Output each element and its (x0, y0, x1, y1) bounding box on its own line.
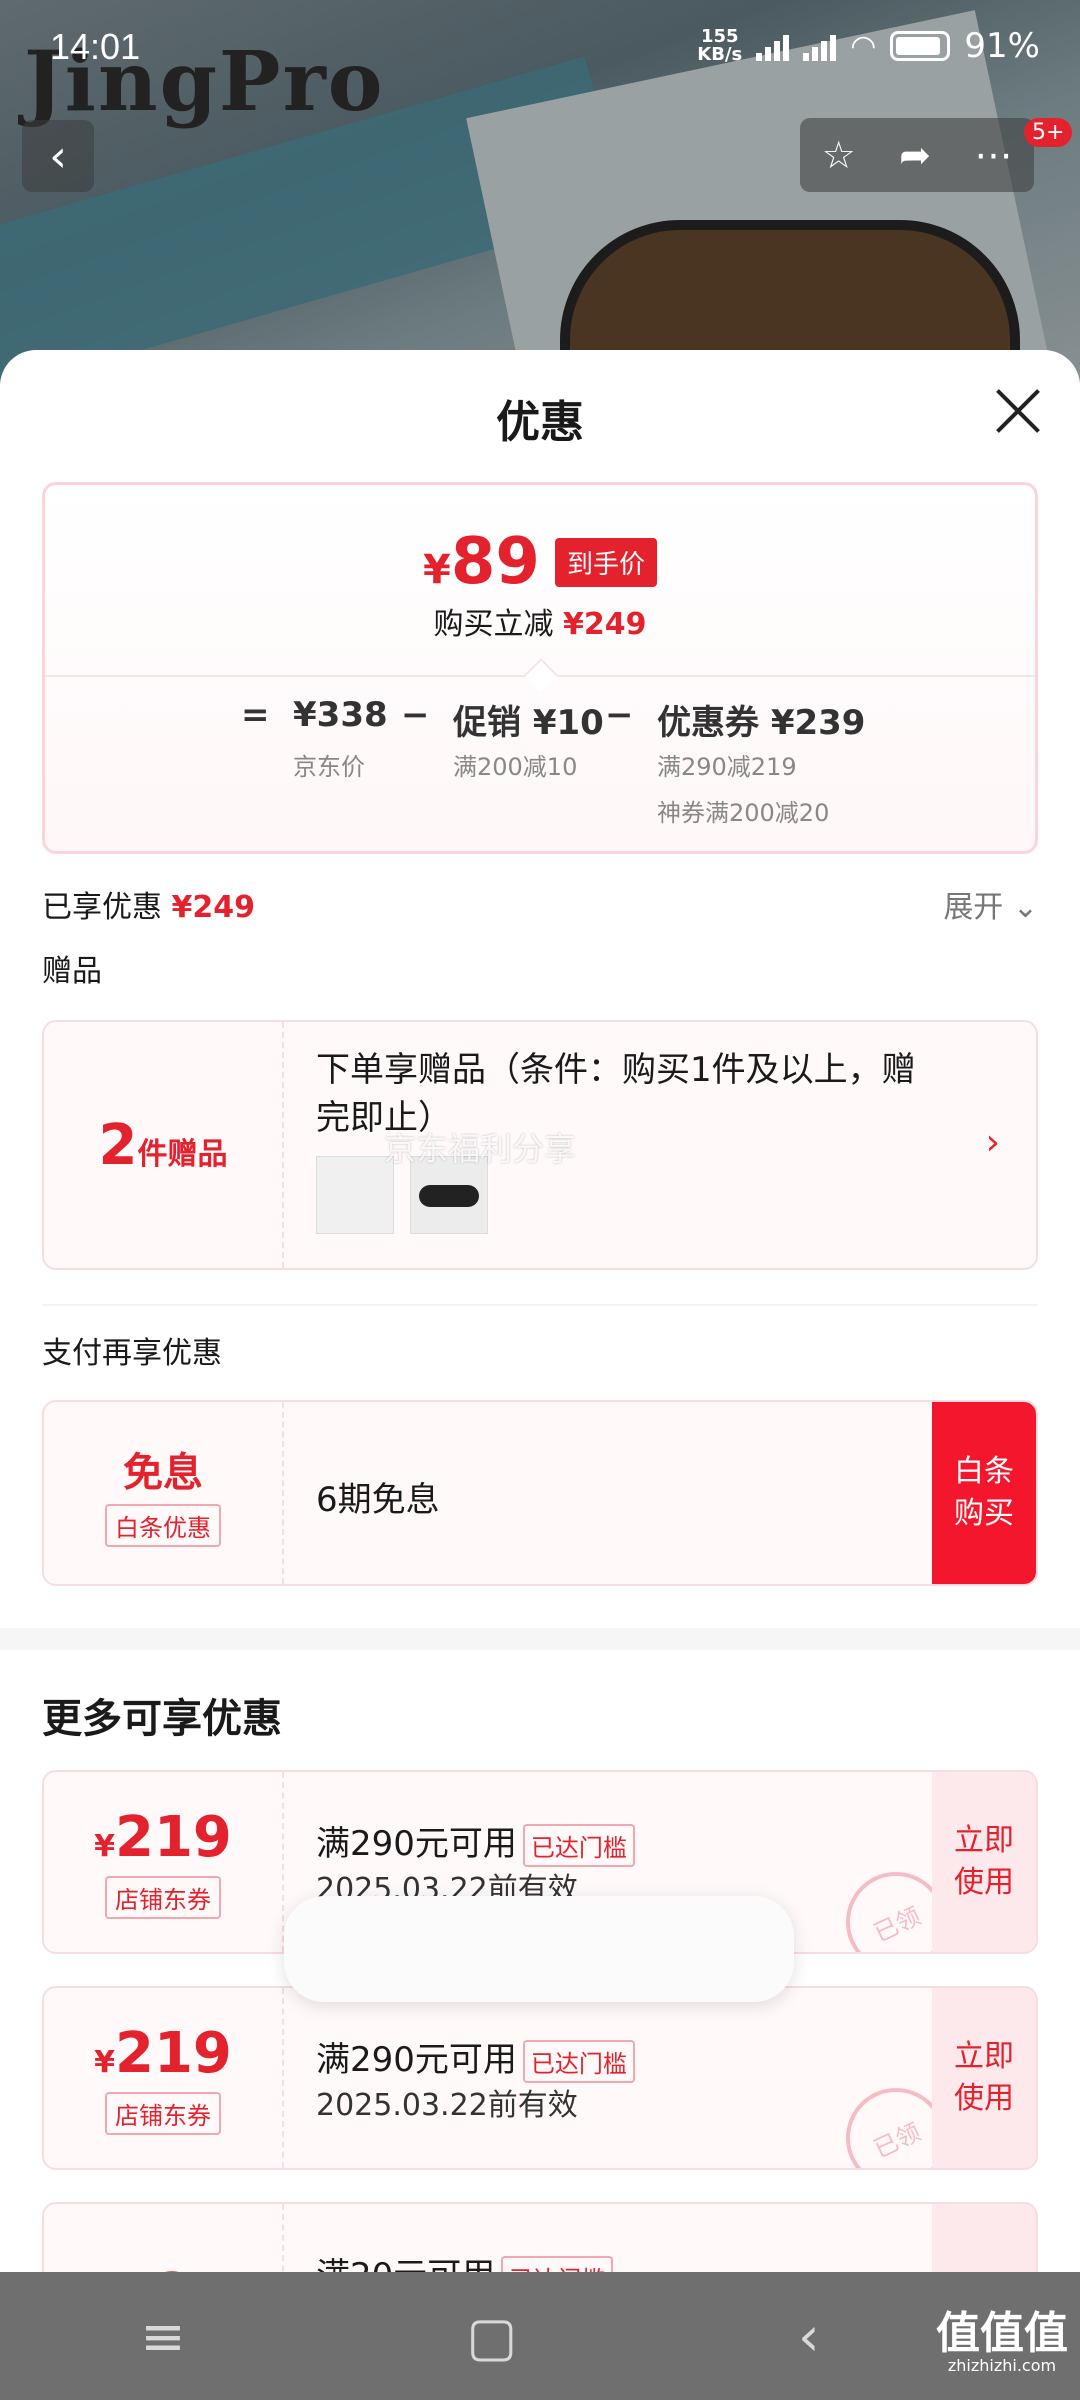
coupon-card: ¥219 店铺东券 满290元可用 已达门槛 2025.03.22前有效 已领 立… (42, 1986, 1038, 2170)
back-icon[interactable]: ‹ (798, 2305, 820, 2368)
message-badge: 5+ (1024, 118, 1073, 147)
coupon-type: 店铺东券 (105, 1876, 221, 1919)
final-price-tag: 到手价 (554, 537, 657, 587)
battery-percent: 91% (964, 26, 1040, 66)
minus-sign: − (401, 695, 430, 735)
system-nav-bar: ≡ ▢ ‹ (0, 2272, 1080, 2400)
battery-icon (890, 31, 951, 61)
super-coupon-rule: 神券满200减20 (657, 799, 830, 827)
signal-icon-2 (803, 31, 837, 61)
coupon-type: 店铺东券 (105, 2092, 221, 2135)
pay-section-title: 支付再享优惠 (42, 1336, 222, 1371)
baitiao-tag: 白条优惠 (105, 1503, 221, 1547)
signal-icon (756, 31, 790, 61)
home-icon[interactable]: ▢ (466, 2305, 517, 2368)
site-watermark-logo: 值值值 zhizhizhi.com (936, 2308, 1068, 2376)
price-summary: ¥89 到手价 购买立减 ¥249 = ¥338 京东价 − 促销 ¥10 满2… (42, 482, 1038, 854)
chevron-left-icon: ‹ (49, 130, 67, 182)
promo-rule: 满200减10 (453, 753, 578, 781)
coupon-value: ¥219 (94, 2021, 232, 2086)
coupon-condition: 满290元可用 已达门槛 (316, 2032, 635, 2083)
watermark: 京东福利分享 (384, 1130, 577, 1168)
more-icon[interactable]: ⋯ (974, 133, 1012, 177)
installment-desc: 6期免息 (316, 1480, 440, 1520)
menu-icon[interactable]: ≡ (140, 2305, 185, 2368)
gift-thumbnail-cloth (316, 1156, 394, 1234)
close-icon[interactable] (994, 386, 1042, 434)
minus-sign-2: − (605, 695, 634, 735)
status-bar: 14:01 155 KB/s ◠ 91% (0, 0, 1080, 100)
coupon-amount: 优惠券 ¥239 (657, 703, 866, 743)
star-icon[interactable]: ☆ (822, 133, 856, 177)
promo-amount: 促销 ¥10 (453, 703, 604, 743)
wifi-icon: ◠ (850, 28, 877, 64)
baitiao-card: 免息 白条优惠 6期免息 白条购买 (42, 1400, 1038, 1586)
enjoyed-discount: 已享优惠 ¥249 (42, 890, 256, 925)
coupon-condition: 满290元可用 已达门槛 (316, 1816, 635, 1867)
toast-popup (284, 1896, 794, 2002)
discount-sheet: 优惠 ¥89 到手价 购买立减 ¥249 = ¥338 京东价 − 促销 ¥10… (0, 350, 1080, 2400)
more-discounts-title: 更多可享优惠 (42, 1696, 282, 1742)
jd-price: ¥338 (293, 695, 388, 735)
top-actions: ☆ ➦ ⋯ (800, 118, 1034, 192)
gift-section-title: 赠品 (42, 954, 102, 989)
gift-count: 2件赠品 (98, 1112, 228, 1178)
instant-discount: 购买立减 ¥249 (433, 607, 647, 642)
jd-price-label: 京东价 (293, 753, 365, 781)
interest-free-title: 免息 (123, 1449, 203, 1496)
baitiao-buy-button[interactable]: 白条购买 (932, 1402, 1036, 1584)
gift-card[interactable]: 2件赠品 下单享赠品（条件：购买1件及以上，赠完即止） 京东福利分享 › (42, 1020, 1038, 1270)
status-time: 14:01 (50, 26, 141, 67)
use-now-button[interactable]: 立即使用 (932, 1988, 1036, 2168)
coupon-rule: 满290减219 (657, 753, 797, 781)
back-button[interactable]: ‹ (22, 120, 94, 192)
net-speed: 155 KB/s (697, 26, 743, 65)
chevron-right-icon: › (985, 1122, 1000, 1163)
sheet-title: 优惠 (496, 397, 584, 448)
final-price: ¥89 (422, 525, 540, 599)
expand-toggle[interactable]: 展开 ⌄ (943, 882, 1038, 926)
use-now-button[interactable]: 立即使用 (932, 1772, 1036, 1952)
coupon-date: 2025.03.22前有效 (316, 2088, 578, 2123)
share-icon[interactable]: ➦ (899, 133, 931, 177)
chevron-down-icon: ⌄ (1012, 890, 1038, 925)
coupon-value: ¥219 (94, 1805, 232, 1870)
equals-sign: = (241, 695, 270, 735)
